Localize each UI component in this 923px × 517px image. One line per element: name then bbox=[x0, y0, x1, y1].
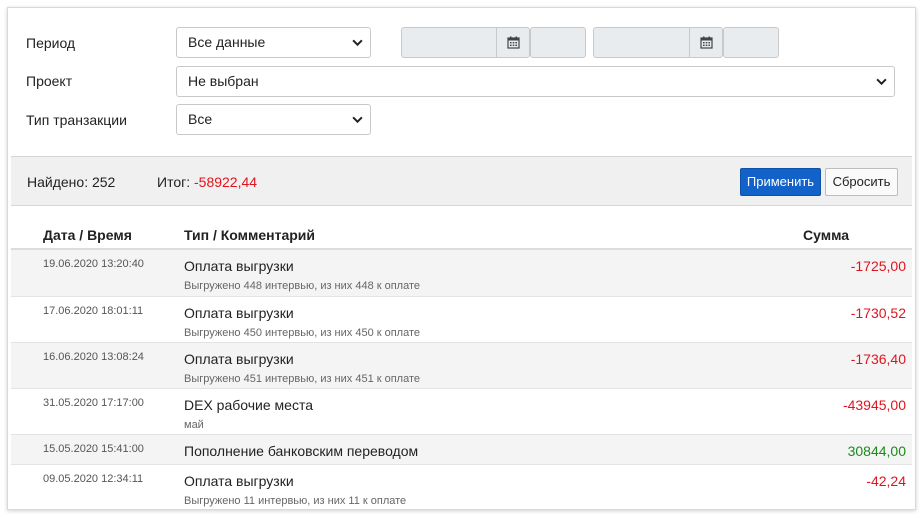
transactions-table-body: 19.06.2020 13:20:40 Оплата выгрузки Выгр… bbox=[11, 250, 912, 509]
row-amount: -1730,52 bbox=[850, 305, 906, 321]
date-to-calendar-button[interactable] bbox=[689, 27, 723, 58]
row-datetime: 17.06.2020 18:01:11 bbox=[43, 305, 144, 317]
total-label: Итог: bbox=[157, 174, 194, 190]
row-comment: Выгружено 11 интервью, из них 11 к оплат… bbox=[184, 495, 407, 507]
found-count: Найдено: 252 bbox=[27, 174, 116, 190]
calendar-icon bbox=[699, 36, 713, 49]
row-datetime: 19.06.2020 13:20:40 bbox=[43, 258, 144, 270]
date-from-input[interactable] bbox=[401, 27, 496, 58]
apply-button[interactable]: Применить bbox=[740, 168, 821, 196]
transaction-type-label: Тип транзакции bbox=[26, 112, 127, 128]
table-row[interactable]: 19.06.2020 13:20:40 Оплата выгрузки Выгр… bbox=[11, 250, 912, 297]
project-select-value: Не выбран bbox=[188, 73, 259, 89]
reset-button[interactable]: Сбросить bbox=[825, 168, 898, 196]
project-select[interactable]: Не выбран bbox=[176, 66, 895, 97]
table-row[interactable]: 17.06.2020 18:01:11 Оплата выгрузки Выгр… bbox=[11, 297, 912, 343]
time-from-input[interactable] bbox=[530, 27, 586, 58]
table-row[interactable]: 15.05.2020 15:41:00 Пополнение банковски… bbox=[11, 435, 912, 465]
chevron-down-icon bbox=[876, 78, 887, 86]
transactions-panel: Период Все данные Проект Не выбран Тип т… bbox=[7, 7, 916, 510]
row-comment: Выгружено 451 интервью, из них 451 к опл… bbox=[184, 373, 421, 385]
total-summary: Итог: -58922,44 bbox=[157, 174, 257, 190]
table-header: Дата / Время Тип / Комментарий Сумма bbox=[11, 220, 912, 250]
row-type: Оплата выгрузки bbox=[184, 258, 294, 274]
chevron-down-icon bbox=[352, 39, 363, 47]
row-datetime: 15.05.2020 15:41:00 bbox=[43, 443, 144, 455]
row-amount: 30844,00 bbox=[847, 443, 906, 459]
period-select[interactable]: Все данные bbox=[176, 27, 371, 58]
transaction-type-select[interactable]: Все bbox=[176, 104, 371, 135]
table-row[interactable]: 31.05.2020 17:17:00 DEX рабочие места ма… bbox=[11, 389, 912, 435]
row-amount: -43945,00 bbox=[842, 397, 906, 413]
period-select-value: Все данные bbox=[188, 34, 266, 50]
row-type: Оплата выгрузки bbox=[184, 305, 294, 321]
chevron-down-icon bbox=[352, 116, 363, 124]
row-type: Пополнение банковским переводом bbox=[184, 443, 419, 459]
row-datetime: 16.06.2020 13:08:24 bbox=[43, 351, 144, 363]
column-header-date[interactable]: Дата / Время bbox=[43, 227, 132, 243]
filters-section: Период Все данные Проект Не выбран Тип т… bbox=[8, 8, 915, 156]
row-amount: -1725,00 bbox=[850, 258, 906, 274]
row-datetime: 09.05.2020 12:34:11 bbox=[43, 473, 144, 485]
table-row[interactable]: 16.06.2020 13:08:24 Оплата выгрузки Выгр… bbox=[11, 343, 912, 389]
row-comment: май bbox=[184, 419, 204, 431]
row-type: Оплата выгрузки bbox=[184, 351, 294, 367]
summary-bar: Найдено: 252 Итог: -58922,44 Применить С… bbox=[11, 156, 912, 206]
table-row[interactable]: 09.05.2020 12:34:11 Оплата выгрузки Выгр… bbox=[11, 465, 912, 509]
row-comment: Выгружено 448 интервью, из них 448 к опл… bbox=[184, 280, 421, 292]
date-from-calendar-button[interactable] bbox=[496, 27, 530, 58]
row-datetime: 31.05.2020 17:17:00 bbox=[43, 397, 144, 409]
project-label: Проект bbox=[26, 73, 73, 89]
transaction-type-select-value: Все bbox=[188, 111, 213, 127]
row-comment: Выгружено 450 интервью, из них 450 к опл… bbox=[184, 327, 421, 339]
column-header-amount[interactable]: Сумма bbox=[803, 227, 849, 243]
date-to-input[interactable] bbox=[593, 27, 689, 58]
row-amount: -42,24 bbox=[866, 473, 906, 489]
period-label: Период bbox=[26, 35, 76, 51]
time-to-input[interactable] bbox=[723, 27, 779, 58]
column-header-type[interactable]: Тип / Комментарий bbox=[184, 227, 315, 243]
row-type: DEX рабочие места bbox=[184, 397, 313, 413]
total-value: -58922,44 bbox=[194, 174, 258, 190]
calendar-icon bbox=[506, 36, 520, 49]
row-type: Оплата выгрузки bbox=[184, 473, 294, 489]
row-amount: -1736,40 bbox=[850, 351, 906, 367]
